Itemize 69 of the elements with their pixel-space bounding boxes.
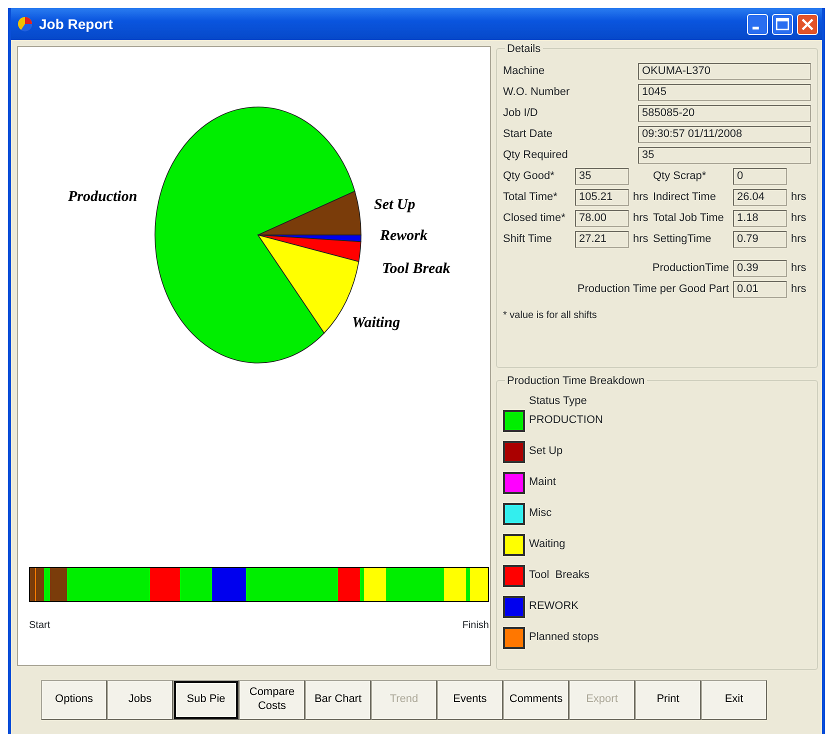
minimize-icon[interactable] (747, 14, 768, 34)
toolbar-button[interactable]: Print (635, 680, 701, 720)
status-type-label: Misc (529, 506, 552, 522)
value-field: 0.39 (733, 260, 787, 277)
value-field: 27.21 (575, 231, 629, 248)
field-label: Qty Good* (503, 169, 556, 184)
timeline-start-label: Start (29, 619, 50, 633)
field-label: Total Job Time (653, 211, 725, 226)
status-type-label: PRODUCTION (529, 413, 603, 428)
window-title: Job Report (39, 14, 113, 34)
unit-label: hrs (791, 211, 808, 226)
status-type-label: Waiting (529, 537, 566, 552)
toolbar-button[interactable]: Exit (701, 680, 767, 720)
unit-label: hrs (633, 190, 650, 206)
slice-label: Set Up (374, 197, 416, 213)
field-label: SettingTime (653, 232, 712, 248)
field-label: Start Date (503, 127, 553, 142)
value-field: 1.18 (733, 210, 787, 227)
status-type-label: REWORK (529, 599, 578, 614)
field-label: Shift Time (503, 232, 553, 248)
field-label: Indirect Time (653, 190, 717, 206)
value-field: 0.01 (733, 281, 787, 298)
status-type-label: Planned stops (529, 630, 599, 646)
close-icon[interactable] (797, 14, 818, 34)
value-field: 35 (638, 147, 811, 164)
app-icon (17, 16, 33, 32)
unit-label: hrs (791, 261, 808, 276)
value-field: 585085-20 (638, 105, 811, 122)
value-field: 1045 (638, 84, 811, 101)
field-label: Qty Required (503, 148, 568, 164)
unit-label: hrs (791, 282, 808, 298)
unit-label: hrs (791, 232, 808, 248)
footnote: * value is for all shifts (503, 309, 598, 323)
column-header: Status Type (529, 394, 588, 409)
value-field: 0 (733, 168, 787, 185)
value-field: 26.04 (733, 189, 787, 206)
maximize-icon[interactable] (772, 14, 793, 34)
field-label: W.O. Number (503, 85, 570, 100)
field-label: Machine (503, 64, 545, 80)
toolbar-button[interactable]: Comments (503, 680, 569, 720)
unit-label: hrs (791, 190, 808, 206)
slice-label: Production (68, 189, 138, 205)
slice-label: Rework (380, 228, 428, 244)
value-field: 78.00 (575, 210, 629, 227)
value-field: 105.21 (575, 189, 629, 206)
value-field: 09:30:57 01/11/2008 (638, 126, 811, 143)
field-label: Production Time per Good Part (577, 282, 729, 298)
timeline-finish-label: Finish (462, 619, 489, 633)
toolbar-button[interactable]: Options (41, 680, 107, 720)
value-field: OKUMA-L370 (638, 63, 811, 80)
status-type-label: Maint (529, 475, 556, 490)
status-type-label: Set Up (529, 444, 563, 460)
slice-label: Waiting (352, 315, 400, 331)
unit-label: hrs (633, 211, 650, 226)
unit-label: hrs (633, 232, 650, 248)
field-label: Closed time* (503, 211, 566, 226)
value-field: 0.79 (733, 231, 787, 248)
field-label: ProductionTime (652, 261, 729, 276)
field-label: Job I/D (503, 106, 538, 122)
value-field: 35 (575, 168, 629, 185)
field-label: Total Time* (503, 190, 558, 206)
toolbar-button[interactable]: Bar Chart (305, 680, 371, 720)
toolbar-button[interactable]: Jobs (107, 680, 173, 720)
toolbar-button[interactable]: Sub Pie (173, 680, 239, 720)
status-type-label: Tool Breaks (529, 568, 590, 584)
field-label: Qty Scrap* (653, 169, 708, 184)
toolbar-button[interactable]: Events (437, 680, 503, 720)
slice-label: Tool Break (382, 261, 450, 277)
toolbar-button[interactable]: Compare Costs (239, 680, 305, 720)
